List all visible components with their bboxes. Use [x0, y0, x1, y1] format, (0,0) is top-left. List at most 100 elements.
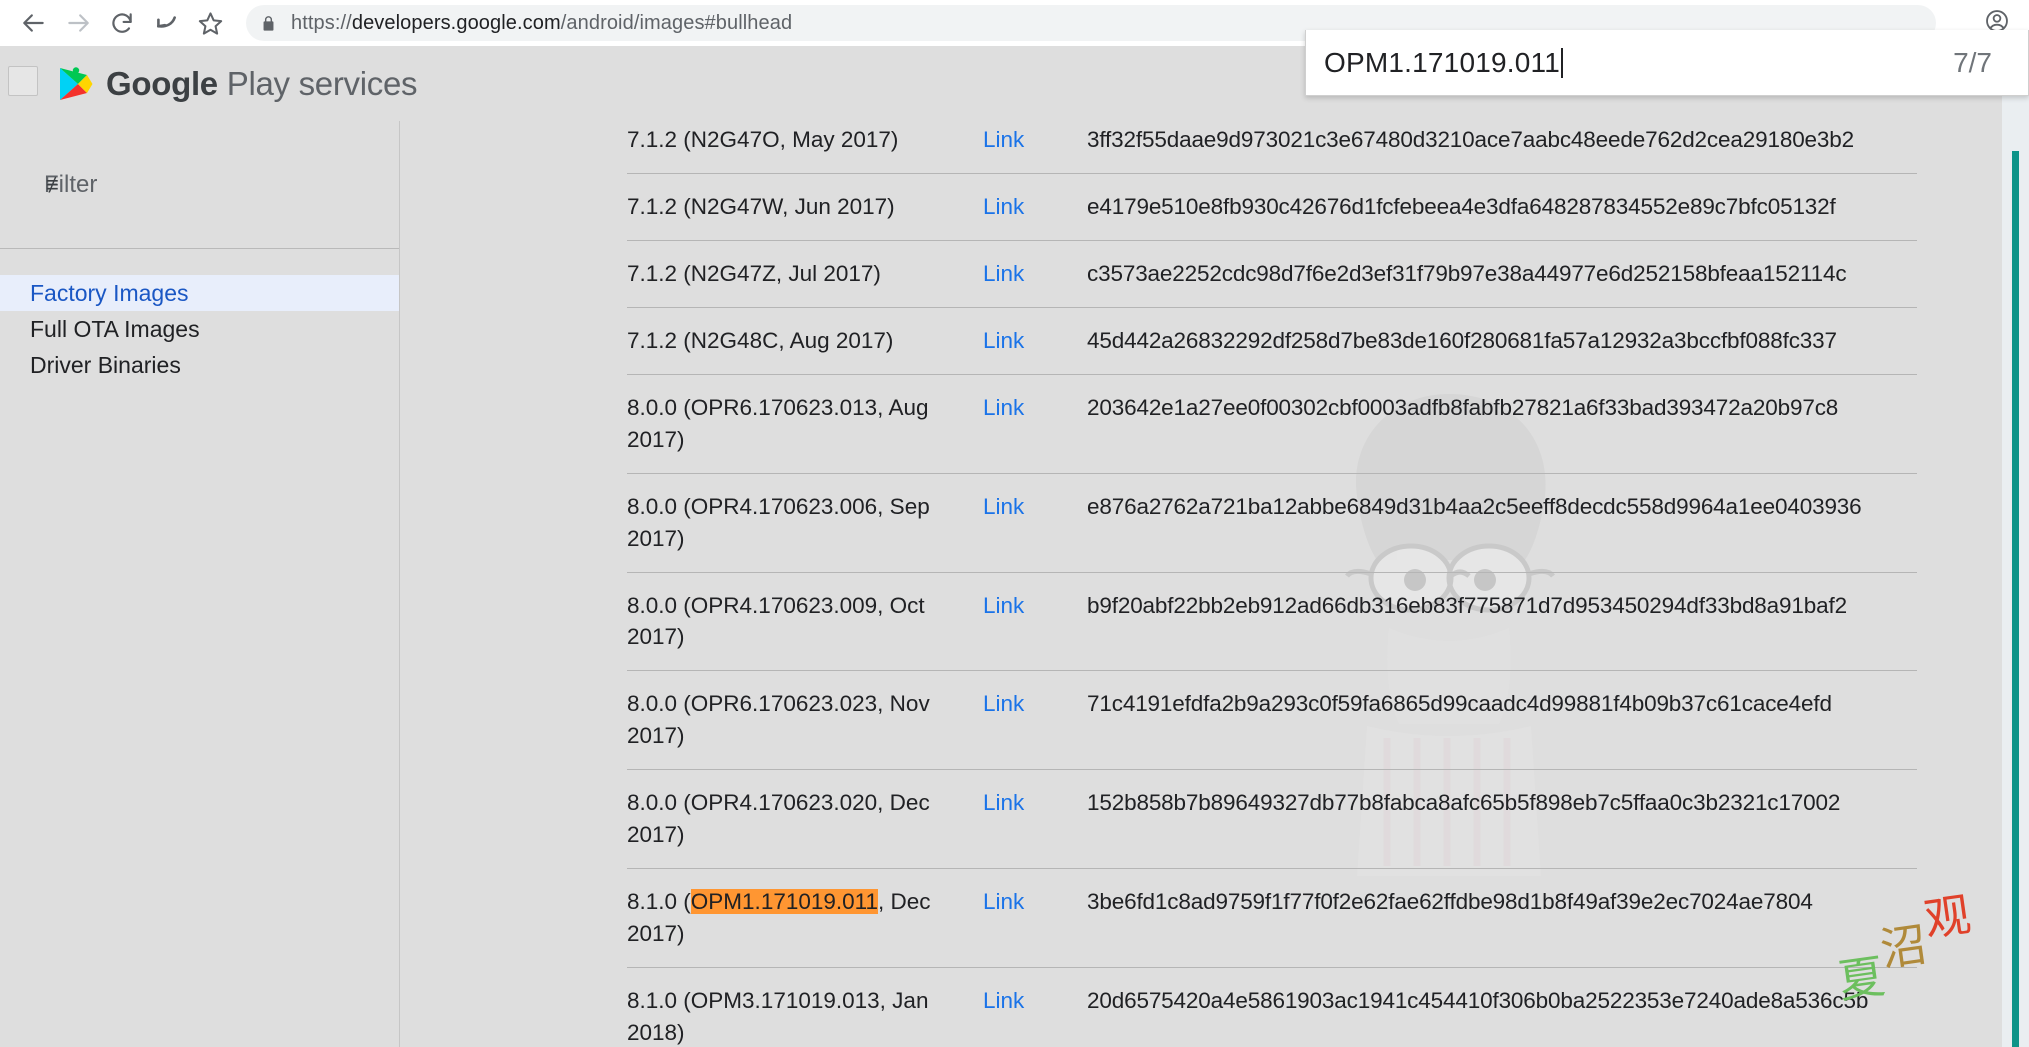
- back-arrow-icon: [21, 10, 47, 36]
- download-link[interactable]: Link: [983, 790, 1024, 815]
- hash-cell: 152b858b7b89649327db77b8fabca8afc65b5f89…: [1087, 770, 1917, 869]
- lock-icon: [260, 14, 277, 33]
- hash-cell: 3be6fd1c8ad9759f1f77f0f2e62fae62ffdbe98d…: [1087, 869, 1917, 968]
- link-cell[interactable]: Link: [983, 240, 1087, 307]
- hash-cell: e4179e510e8fb930c42676d1fcfebeea4e3dfa64…: [1087, 173, 1917, 240]
- filter-icon: ≢: [46, 172, 68, 198]
- google-play-icon: [56, 65, 94, 103]
- text-cursor: [1561, 48, 1563, 78]
- google-play-services-logo[interactable]: Google Play services: [56, 65, 417, 103]
- sidebar-item-factory-images[interactable]: Factory Images: [0, 275, 399, 311]
- find-match-highlight: OPM1.171019.011: [691, 889, 878, 914]
- download-link[interactable]: Link: [983, 593, 1024, 618]
- version-cell: 7.1.2 (N2G47O, May 2017): [627, 121, 983, 173]
- link-cell[interactable]: Link: [983, 307, 1087, 374]
- reload-icon: [109, 10, 135, 36]
- brand-title: Google Play services: [106, 65, 417, 103]
- scrollbar-thumb[interactable]: [2012, 151, 2019, 1047]
- download-link[interactable]: Link: [983, 988, 1024, 1013]
- url-host: developers.google.com: [352, 12, 561, 34]
- hash-cell: e876a2762a721ba12abbe6849d31b4aa2c5eeff8…: [1087, 473, 1917, 572]
- link-cell[interactable]: Link: [983, 770, 1087, 869]
- hash-cell: 20d6575420a4e5861903ac1941c454410f306b0b…: [1087, 968, 1917, 1047]
- version-cell: 8.0.0 (OPR4.170623.009, Oct 2017): [627, 572, 983, 671]
- table-body: 7.1.2 (N2G47O, May 2017) Link 3ff32f55da…: [627, 121, 1917, 1047]
- reload-button[interactable]: [100, 1, 144, 45]
- download-link[interactable]: Link: [983, 127, 1024, 152]
- hash-cell: 45d442a26832292df258d7be83de160f280681fa…: [1087, 307, 1917, 374]
- back-button[interactable]: [12, 1, 56, 45]
- version-cell: 7.1.2 (N2G47W, Jun 2017): [627, 173, 983, 240]
- sidebar: ≢ Filter Factory Images Full OTA Images …: [0, 121, 400, 1047]
- version-cell: 7.1.2 (N2G47Z, Jul 2017): [627, 240, 983, 307]
- url-text: https://developers.google.com/android/im…: [291, 12, 792, 35]
- undo-arrow-icon: [153, 10, 179, 36]
- link-cell[interactable]: Link: [983, 968, 1087, 1047]
- hash-cell: 203642e1a27ee0f00302cbf0003adfb8fabfb278…: [1087, 374, 1917, 473]
- download-link[interactable]: Link: [983, 194, 1024, 219]
- sidebar-item-full-ota-images[interactable]: Full OTA Images: [0, 311, 399, 347]
- version-cell: 8.0.0 (OPR6.170623.013, Aug 2017): [627, 374, 983, 473]
- hash-cell: b9f20abf22bb2eb912ad66db316eb83f775871d7…: [1087, 572, 1917, 671]
- brand-bold: Google: [106, 65, 218, 102]
- link-cell[interactable]: Link: [983, 374, 1087, 473]
- table-row[interactable]: 8.0.0 (OPR6.170623.023, Nov 2017) Link 7…: [627, 671, 1917, 770]
- table-row[interactable]: 7.1.2 (N2G48C, Aug 2017) Link 45d442a268…: [627, 307, 1917, 374]
- bookmark-button[interactable]: [188, 1, 232, 45]
- hash-cell: 3ff32f55daae9d973021c3e67480d3210ace7aab…: [1087, 121, 1917, 173]
- download-link[interactable]: Link: [983, 395, 1024, 420]
- url-path: /android/images#bullhead: [561, 12, 792, 34]
- table-row[interactable]: 7.1.2 (N2G47Z, Jul 2017) Link c3573ae225…: [627, 240, 1917, 307]
- link-cell[interactable]: Link: [983, 869, 1087, 968]
- version-cell: 8.0.0 (OPR4.170623.006, Sep 2017): [627, 473, 983, 572]
- table-row[interactable]: 8.0.0 (OPR4.170623.009, Oct 2017) Link b…: [627, 572, 1917, 671]
- version-cell: 7.1.2 (N2G48C, Aug 2017): [627, 307, 983, 374]
- hash-cell: c3573ae2252cdc98d7f6e2d3ef31f79b97e38a44…: [1087, 240, 1917, 307]
- find-in-page-bar: OPM1.171019.011 7/7: [1305, 30, 2029, 96]
- star-icon: [197, 10, 224, 37]
- brand-light: Play services: [218, 65, 417, 102]
- link-cell[interactable]: Link: [983, 173, 1087, 240]
- forward-arrow-icon: [65, 10, 91, 36]
- table-row[interactable]: 7.1.2 (N2G47O, May 2017) Link 3ff32f55da…: [627, 121, 1917, 173]
- version-cell: 8.1.0 (OPM3.171019.013, Jan 2018): [627, 968, 983, 1047]
- version-cell: 8.1.0 (OPM1.171019.011, Dec 2017): [627, 869, 983, 968]
- url-scheme: https://: [291, 12, 352, 34]
- forward-button[interactable]: [56, 1, 100, 45]
- table-row[interactable]: 8.0.0 (OPR6.170623.013, Aug 2017) Link 2…: [627, 374, 1917, 473]
- factory-images-table: 7.1.2 (N2G47O, May 2017) Link 3ff32f55da…: [627, 121, 1917, 1047]
- sidebar-item-label: Factory Images: [30, 280, 189, 307]
- version-cell: 8.0.0 (OPR4.170623.020, Dec 2017): [627, 770, 983, 869]
- download-link[interactable]: Link: [983, 328, 1024, 353]
- link-cell[interactable]: Link: [983, 572, 1087, 671]
- download-link[interactable]: Link: [983, 889, 1024, 914]
- sidebar-nav: Factory Images Full OTA Images Driver Bi…: [0, 249, 399, 383]
- sidebar-item-label: Driver Binaries: [30, 352, 181, 379]
- content-wrapper: ≢ Filter Factory Images Full OTA Images …: [0, 121, 2029, 1047]
- table-row[interactable]: 8.0.0 (OPR4.170623.020, Dec 2017) Link 1…: [627, 770, 1917, 869]
- filter-input[interactable]: ≢ Filter: [44, 171, 97, 199]
- link-cell[interactable]: Link: [983, 121, 1087, 173]
- download-link[interactable]: Link: [983, 494, 1024, 519]
- link-cell[interactable]: Link: [983, 473, 1087, 572]
- table-row-highlighted[interactable]: 8.1.0 (OPM1.171019.011, Dec 2017) Link 3…: [627, 869, 1917, 968]
- find-match-count: 7/7: [1953, 47, 1992, 79]
- download-link[interactable]: Link: [983, 261, 1024, 286]
- table-row[interactable]: 8.0.0 (OPR4.170623.006, Sep 2017) Link e…: [627, 473, 1917, 572]
- undo-button[interactable]: [144, 1, 188, 45]
- find-input[interactable]: OPM1.171019.011: [1324, 47, 1929, 79]
- factory-images-table-area: 7.1.2 (N2G47O, May 2017) Link 3ff32f55da…: [401, 121, 2029, 1047]
- table-row[interactable]: 8.1.0 (OPM3.171019.013, Jan 2018) Link 2…: [627, 968, 1917, 1047]
- version-cell: 8.0.0 (OPR6.170623.023, Nov 2017): [627, 671, 983, 770]
- page-scrollbar[interactable]: [1987, 46, 2029, 1047]
- menu-button[interactable]: [8, 66, 38, 96]
- version-prefix: 8.1.0 (: [627, 889, 691, 914]
- sidebar-item-label: Full OTA Images: [30, 316, 200, 343]
- find-query-text: OPM1.171019.011: [1324, 47, 1560, 79]
- sidebar-item-driver-binaries[interactable]: Driver Binaries: [0, 347, 399, 383]
- download-link[interactable]: Link: [983, 691, 1024, 716]
- link-cell[interactable]: Link: [983, 671, 1087, 770]
- table-row[interactable]: 7.1.2 (N2G47W, Jun 2017) Link e4179e510e…: [627, 173, 1917, 240]
- page-content: Google Play services ≢ Filter Factory Im…: [0, 46, 2029, 1047]
- filter-row[interactable]: ≢ Filter: [0, 121, 399, 249]
